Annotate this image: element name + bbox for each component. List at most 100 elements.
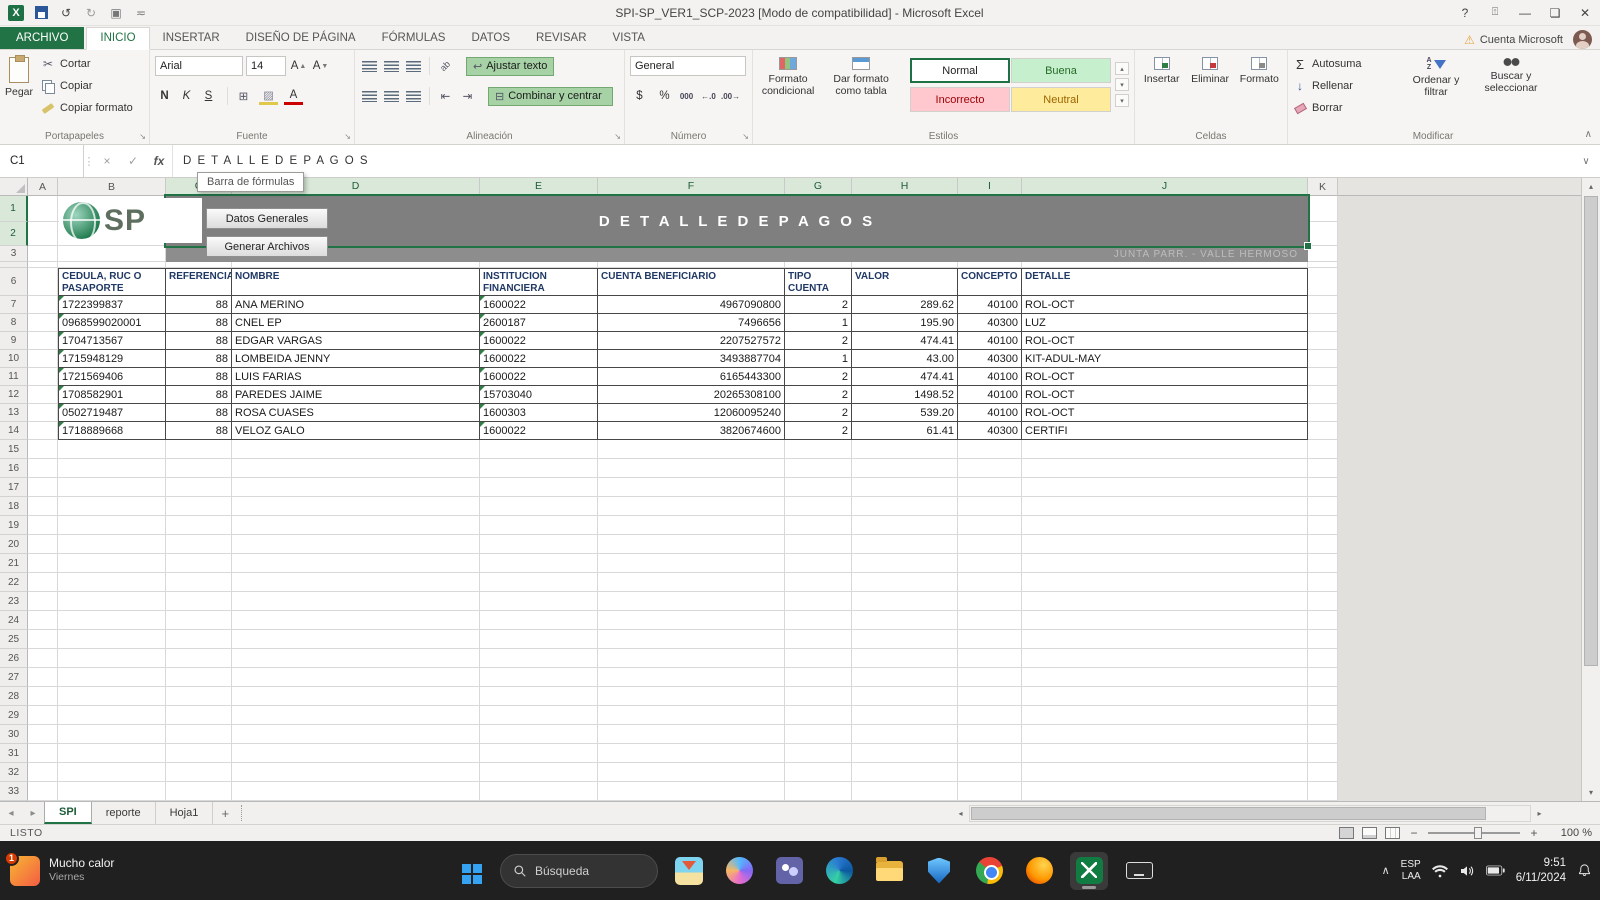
tab-scroll-splitter[interactable] <box>241 805 247 821</box>
cell-C24[interactable] <box>166 611 232 630</box>
align-left-button[interactable] <box>360 87 379 106</box>
cell-E11[interactable]: 1600022 <box>480 368 598 386</box>
cell-A31[interactable] <box>28 744 58 763</box>
row-header-33[interactable]: 33 <box>0 782 28 801</box>
cell-E31[interactable] <box>480 744 598 763</box>
cell-D12[interactable]: PAREDES JAIME <box>232 386 480 404</box>
cell-H11[interactable]: 474.41 <box>852 368 958 386</box>
cell-D30[interactable] <box>232 725 480 744</box>
cell-H7[interactable]: 289.62 <box>852 296 958 314</box>
copilot-icon[interactable] <box>720 852 758 890</box>
cell-F33[interactable] <box>598 782 785 801</box>
clock[interactable]: 9:51 6/11/2024 <box>1516 856 1566 885</box>
styles-more-icon[interactable]: ▾ <box>1115 94 1129 107</box>
cell-F26[interactable] <box>598 649 785 668</box>
cell-K11[interactable] <box>1308 368 1338 386</box>
cell-G27[interactable] <box>785 668 852 687</box>
cell-F27[interactable] <box>598 668 785 687</box>
align-bottom-button[interactable] <box>404 57 423 76</box>
cell-D13[interactable]: ROSA CUASES <box>232 404 480 422</box>
cell-G10[interactable]: 1 <box>785 350 852 368</box>
cell-C33[interactable] <box>166 782 232 801</box>
cell-G25[interactable] <box>785 630 852 649</box>
cell-H6[interactable]: VALOR <box>852 268 958 296</box>
cell-G12[interactable]: 2 <box>785 386 852 404</box>
cell-D19[interactable] <box>232 516 480 535</box>
row-header-32[interactable]: 32 <box>0 763 28 782</box>
cell-H21[interactable] <box>852 554 958 573</box>
cell-F20[interactable] <box>598 535 785 554</box>
align-center-button[interactable] <box>382 87 401 106</box>
formula-bar-expand-icon[interactable] <box>1572 145 1600 177</box>
cell-style-normal[interactable]: Normal <box>910 58 1010 83</box>
styles-scroll-up-icon[interactable]: ▴ <box>1115 62 1129 75</box>
cell-C27[interactable] <box>166 668 232 687</box>
styles-scroll-down-icon[interactable]: ▾ <box>1115 78 1129 91</box>
cell-J29[interactable] <box>1022 706 1308 725</box>
cell-I19[interactable] <box>958 516 1022 535</box>
cell-I9[interactable]: 40100 <box>958 332 1022 350</box>
language-indicator[interactable]: ESP LAA <box>1401 859 1421 883</box>
cell-K6[interactable] <box>1308 268 1338 296</box>
cell-E8[interactable]: 2600187 <box>480 314 598 332</box>
cell-D16[interactable] <box>232 459 480 478</box>
cell-B29[interactable] <box>58 706 166 725</box>
cell-J17[interactable] <box>1022 478 1308 497</box>
cell-E21[interactable] <box>480 554 598 573</box>
cell-K21[interactable] <box>1308 554 1338 573</box>
cell-G28[interactable] <box>785 687 852 706</box>
cell-style-buena[interactable]: Buena <box>1011 58 1111 83</box>
cell-A27[interactable] <box>28 668 58 687</box>
clear-button[interactable]: Borrar <box>1293 98 1397 118</box>
subtitle-cell[interactable]: JUNTA PARR. - VALLE HERMOSO <box>166 246 1308 262</box>
cell-B30[interactable] <box>58 725 166 744</box>
cell-F8[interactable]: 7496656 <box>598 314 785 332</box>
increase-font-size-button[interactable]: A▲ <box>289 57 308 76</box>
cell-B16[interactable] <box>58 459 166 478</box>
cell-E15[interactable] <box>480 440 598 459</box>
cell-B20[interactable] <box>58 535 166 554</box>
cell-D18[interactable] <box>232 497 480 516</box>
tab-archivo[interactable]: ARCHIVO <box>0 27 84 49</box>
cancel-icon[interactable]: × <box>94 145 120 177</box>
cell-G16[interactable] <box>785 459 852 478</box>
cell-G13[interactable]: 2 <box>785 404 852 422</box>
cell-E16[interactable] <box>480 459 598 478</box>
tab-diseno-de-pagina[interactable]: DISEÑO DE PÁGINA <box>233 28 369 49</box>
alineacion-dialog-launcher-icon[interactable] <box>614 132 621 141</box>
scroll-left-icon[interactable]: ◂ <box>952 805 969 822</box>
cut-button[interactable]: ✂Cortar <box>41 54 133 74</box>
column-header-I[interactable]: I <box>958 178 1022 196</box>
cell-A17[interactable] <box>28 478 58 497</box>
row-header-19[interactable]: 19 <box>0 516 28 535</box>
undo-icon[interactable] <box>58 5 74 21</box>
cell-E27[interactable] <box>480 668 598 687</box>
cell-D21[interactable] <box>232 554 480 573</box>
cell-B15[interactable] <box>58 440 166 459</box>
tab-revisar[interactable]: REVISAR <box>523 28 600 49</box>
cell-D20[interactable] <box>232 535 480 554</box>
taskbar-search[interactable]: Búsqueda <box>500 854 658 888</box>
cell-I22[interactable] <box>958 573 1022 592</box>
cell-K32[interactable] <box>1308 763 1338 782</box>
row-header-25[interactable]: 25 <box>0 630 28 649</box>
formula-input[interactable]: D E T A L L E D E P A G O S <box>172 145 1572 177</box>
insert-function-icon[interactable]: fx <box>146 145 172 177</box>
cell-G14[interactable]: 2 <box>785 422 852 440</box>
cell-I12[interactable]: 40100 <box>958 386 1022 404</box>
cell-I26[interactable] <box>958 649 1022 668</box>
cell-G9[interactable]: 2 <box>785 332 852 350</box>
cell-H15[interactable] <box>852 440 958 459</box>
cell-J9[interactable]: ROL-OCT <box>1022 332 1308 350</box>
cell-A2[interactable] <box>28 222 58 246</box>
cell-C29[interactable] <box>166 706 232 725</box>
cell-H22[interactable] <box>852 573 958 592</box>
cell-A16[interactable] <box>28 459 58 478</box>
decrease-indent-button[interactable] <box>436 87 455 106</box>
cell-G29[interactable] <box>785 706 852 725</box>
cell-C25[interactable] <box>166 630 232 649</box>
cell-F32[interactable] <box>598 763 785 782</box>
italic-button[interactable]: K <box>177 87 196 106</box>
cell-D15[interactable] <box>232 440 480 459</box>
row-header-28[interactable]: 28 <box>0 687 28 706</box>
